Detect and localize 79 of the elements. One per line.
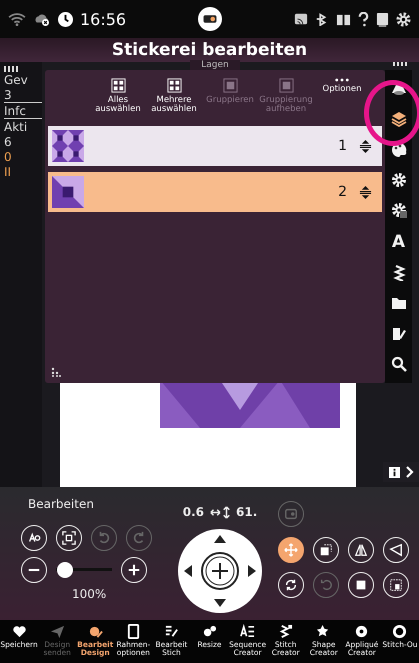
- cast-icon[interactable]: [294, 12, 308, 26]
- resize-arrows-icon: [209, 506, 231, 518]
- rotate-step-icon: [319, 578, 333, 592]
- cloud-off-icon: [33, 12, 51, 26]
- clock-icon: [58, 12, 73, 26]
- reorder-icon[interactable]: [359, 186, 372, 198]
- info-text: Infc: [4, 104, 42, 119]
- highlight-circle: [364, 80, 419, 146]
- mirror-icon: [354, 543, 368, 557]
- info-text: Gev: [4, 73, 29, 87]
- design-thumbnail: [52, 130, 84, 162]
- bluetooth-icon[interactable]: [315, 12, 330, 26]
- gear-grid-icon[interactable]: [390, 202, 406, 218]
- frame-icon: [62, 531, 76, 545]
- undo-icon: [97, 531, 111, 545]
- corner-icon: [319, 543, 333, 557]
- select-grid-icon: [166, 78, 182, 93]
- toolbar-button[interactable]: Optionen: [317, 78, 367, 124]
- layers-icon[interactable]: [390, 111, 406, 128]
- width-value: 0.6: [182, 505, 204, 519]
- panel-title: Bearbeiten: [28, 497, 95, 513]
- toolbar-button[interactable]: Alles auswählen: [93, 78, 143, 124]
- gear-icon[interactable]: [390, 172, 406, 188]
- layer-row[interactable]: 1: [48, 126, 382, 166]
- zoom-value: 100%: [72, 587, 108, 601]
- mirror-button[interactable]: [348, 537, 374, 563]
- hoop-canvas[interactable]: [60, 380, 356, 487]
- zoom-in-button[interactable]: [121, 557, 147, 583]
- settings-icon[interactable]: [396, 12, 412, 26]
- square-button[interactable]: [348, 572, 374, 598]
- info-text: II: [4, 165, 12, 179]
- wifi-icon: [8, 12, 26, 26]
- send-icon: [50, 624, 65, 639]
- group-icon: [278, 78, 294, 93]
- delete-button[interactable]: [383, 572, 409, 598]
- move-icon: [284, 543, 298, 557]
- info-text: 0: [4, 150, 13, 164]
- help-icon[interactable]: [358, 12, 370, 26]
- layer-row[interactable]: 2: [48, 172, 382, 212]
- folder-icon[interactable]: [390, 295, 406, 312]
- clock-time: 16:56: [80, 10, 126, 28]
- search-icon[interactable]: [390, 356, 406, 372]
- rotate-icon: [284, 578, 298, 592]
- frame-icon: [126, 624, 141, 639]
- plus-icon: [127, 563, 141, 577]
- heart-icon: [12, 624, 27, 639]
- corner-button[interactable]: [313, 537, 339, 563]
- move-button[interactable]: [278, 537, 304, 563]
- design-thumbnail: [52, 176, 84, 208]
- square-icon: [354, 578, 368, 592]
- zoom-out-button[interactable]: [21, 557, 47, 583]
- text-tool[interactable]: A: [392, 232, 406, 251]
- info-text: 3: [4, 88, 42, 103]
- drag-handle-icon[interactable]: [4, 66, 20, 72]
- skew-button[interactable]: [383, 537, 409, 563]
- resize-grip-icon[interactable]: [51, 367, 61, 377]
- hoop-button[interactable]: [278, 501, 304, 527]
- chevron-right-icon: [406, 466, 414, 478]
- layer-number: 2: [338, 184, 347, 200]
- panel-title: Lagen: [190, 60, 240, 70]
- info-icon: [389, 466, 400, 478]
- info-text: Akti: [4, 120, 28, 134]
- info-button[interactable]: [383, 462, 419, 482]
- ao-button[interactable]: [21, 525, 47, 551]
- more-icon: [335, 78, 349, 82]
- more-icon[interactable]: [393, 62, 409, 66]
- redo-icon: [132, 531, 146, 545]
- toolbar-button[interactable]: Mehrere auswählen: [149, 78, 199, 124]
- info-text: 6: [4, 135, 13, 149]
- group-icon: [222, 78, 238, 93]
- layer-number: 1: [338, 138, 347, 154]
- height-value: 61.: [236, 505, 258, 519]
- reorder-icon[interactable]: [359, 140, 372, 152]
- slider-thumb[interactable]: [57, 562, 74, 578]
- window-title: Stickerei bearbeiten: [112, 40, 308, 60]
- tablet-icon[interactable]: [376, 12, 390, 26]
- rotate-button[interactable]: [278, 572, 304, 598]
- select-grid-icon: [110, 78, 126, 93]
- frame-button[interactable]: [56, 525, 82, 551]
